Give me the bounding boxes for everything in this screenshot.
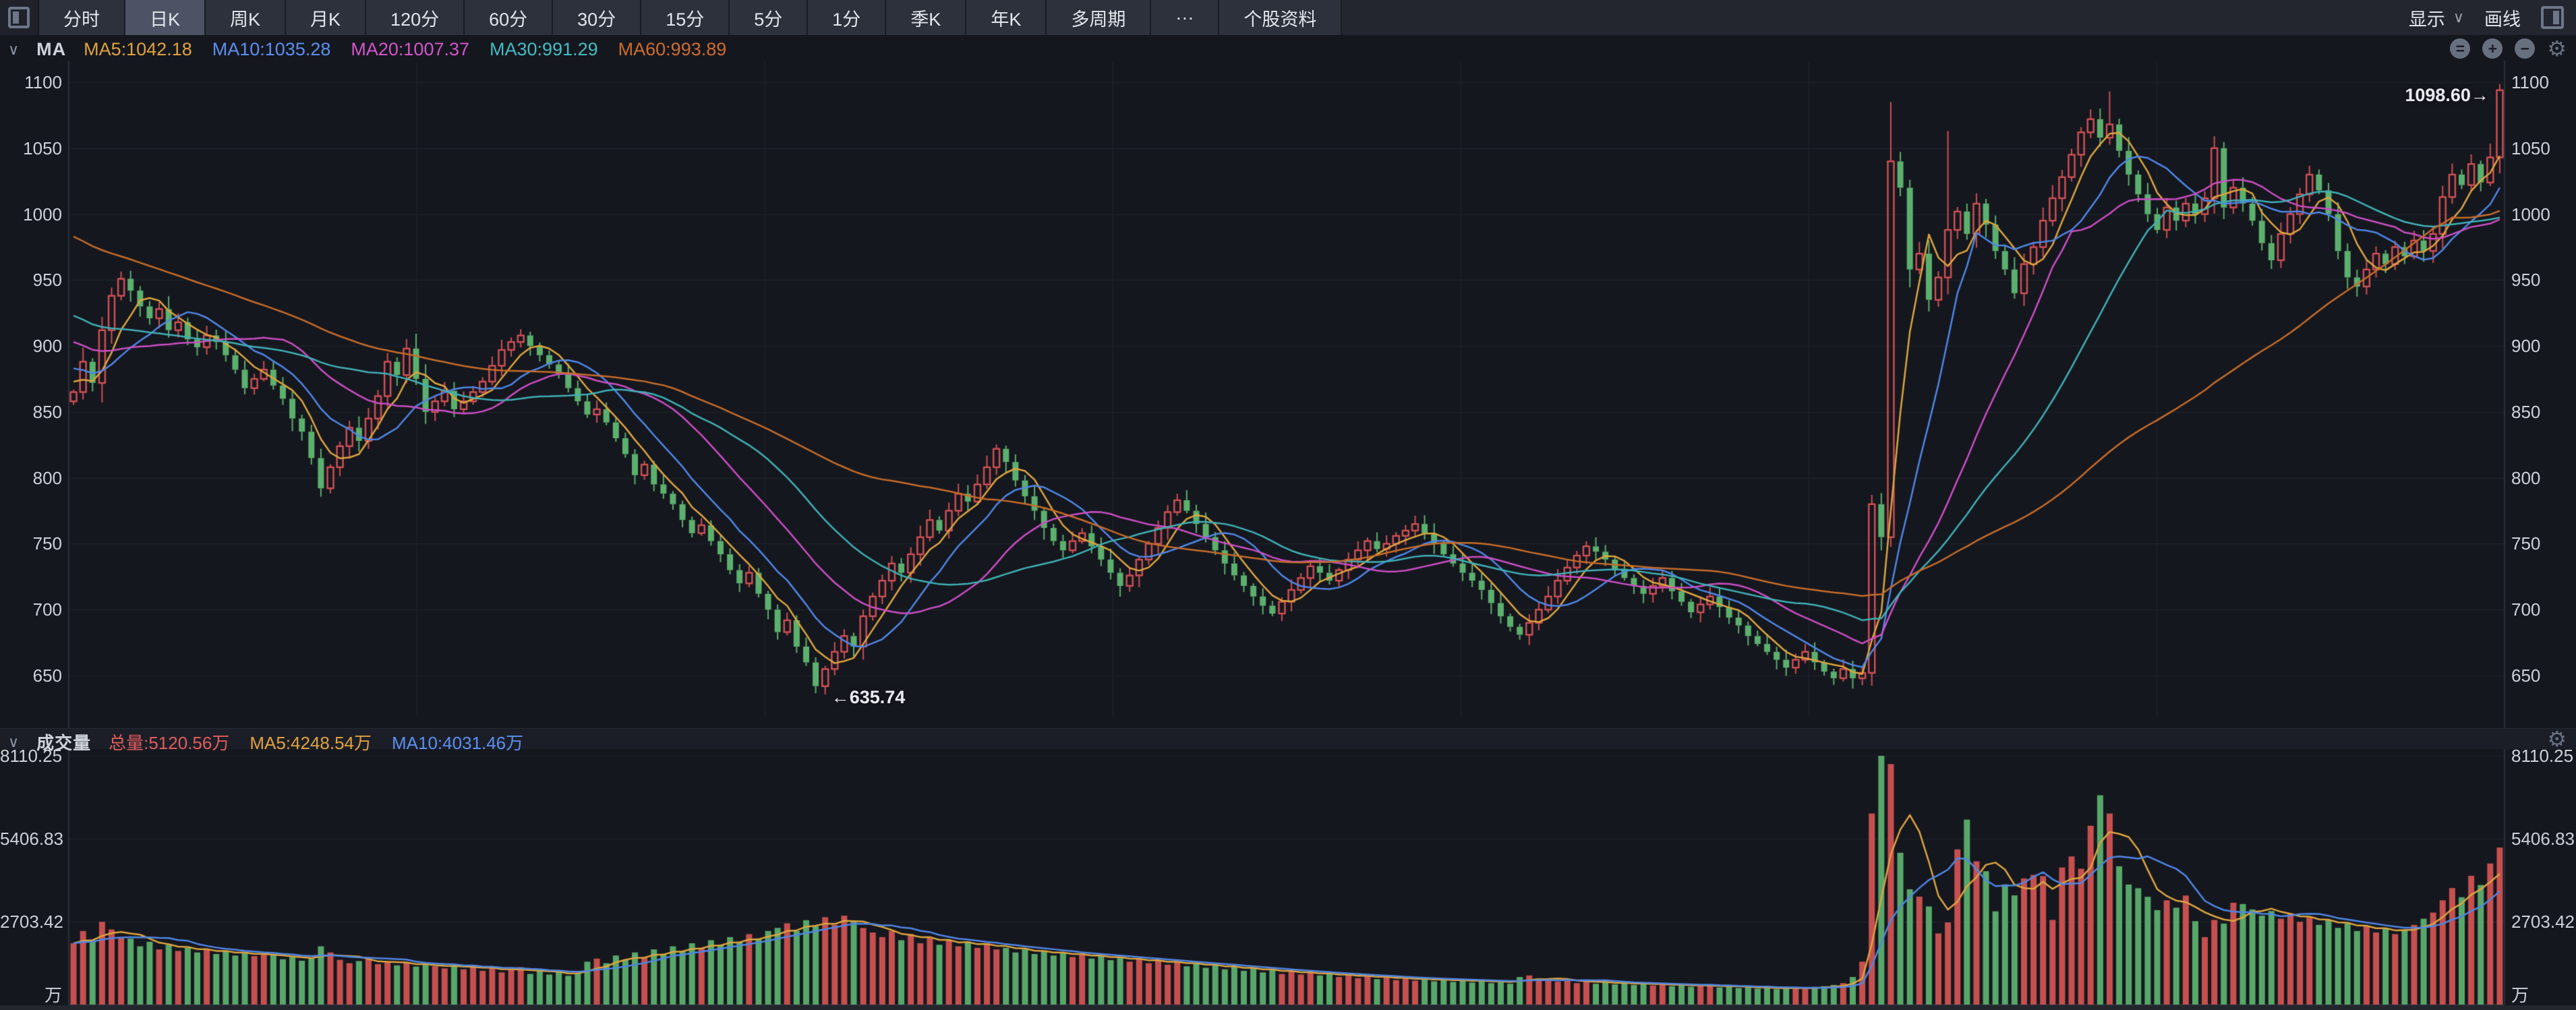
period-tabs: 分时日K周K月K120分60分30分15分5分1分季K年K多周期···个股资料 — [39, 0, 1342, 35]
axis-label: 900 — [2511, 336, 2540, 356]
low-price-annotation: ←635.74 — [831, 687, 906, 708]
period-tab-9[interactable]: 1分 — [808, 0, 886, 35]
axis-label: 1000 — [0, 204, 62, 225]
period-tab-7[interactable]: 15分 — [641, 0, 730, 35]
axis-label: 900 — [0, 336, 62, 356]
volume-values: 总量:5120.56万 MA5:4248.54万 MA10:4031.46万 — [109, 730, 523, 754]
axis-label: 700 — [2511, 599, 2540, 620]
ma-indicator-legend: ∨ MA MA5:1042.18 MA10:1035.28 MA20:1007.37… — [8, 39, 726, 60]
axis-label: 2703.42 — [0, 912, 62, 932]
zoom-out-button[interactable]: − — [2515, 38, 2535, 59]
indicator-settings-gear-icon[interactable]: ⚙ — [2547, 38, 2567, 59]
axis-label: 800 — [2511, 468, 2540, 488]
axis-label: 1050 — [0, 138, 62, 158]
display-menu-label: 显示 — [2409, 5, 2445, 31]
high-price-annotation: 1098.60→ — [2405, 85, 2489, 106]
legend-value: MA10:1035.28 — [212, 39, 331, 60]
legend-value: MA30:991.29 — [490, 39, 598, 60]
period-tab-12[interactable]: 多周期 — [1047, 0, 1151, 35]
axis-label: 750 — [0, 533, 62, 554]
axis-label: 750 — [2511, 533, 2540, 554]
ma-indicator-title: MA — [36, 39, 66, 60]
time-axis-strip — [0, 1005, 2576, 1010]
chart-layout-button[interactable] — [0, 0, 39, 35]
axis-label: 950 — [0, 270, 62, 290]
period-tab-1[interactable]: 日K — [125, 0, 206, 35]
side-panel-toggle-button[interactable] — [2541, 6, 2564, 29]
legend-value: MA5:1042.18 — [84, 39, 192, 60]
axis-label: 万 — [0, 985, 62, 1005]
volume-settings-gear-icon[interactable]: ⚙ — [2547, 728, 2567, 750]
legend-value: 总量:5120.56万 — [109, 730, 229, 754]
toolbar-right-group: 显示 ∨ 画线 — [2409, 0, 2576, 35]
period-tab-14[interactable]: 个股资料 — [1219, 0, 1342, 35]
axis-label: 5406.83 — [2511, 829, 2575, 849]
volume-title: 成交量 — [36, 730, 91, 754]
axis-label: 650 — [2511, 665, 2540, 686]
period-tab-6[interactable]: 30分 — [553, 0, 641, 35]
collapse-volume-icon[interactable]: ∨ — [8, 734, 19, 751]
period-tab-2[interactable]: 周K — [206, 0, 286, 35]
period-tab-11[interactable]: 年K — [966, 0, 1047, 35]
period-tab-5[interactable]: 60分 — [465, 0, 553, 35]
period-tab-4[interactable]: 120分 — [366, 0, 465, 35]
axis-label: 1050 — [2511, 138, 2550, 158]
kline-panel-icon — [8, 7, 30, 28]
period-tab-0[interactable]: 分时 — [39, 0, 125, 35]
volume-legend: ∨ 成交量 总量:5120.56万 MA5:4248.54万 MA10:4031.4… — [8, 730, 523, 754]
side-panel-icon — [2541, 6, 2564, 29]
period-tab-8[interactable]: 5分 — [730, 0, 808, 35]
draw-line-button[interactable]: 画线 — [2484, 5, 2521, 31]
chart-zoom-controls: = + − ⚙ — [2450, 38, 2567, 59]
zoom-in-button[interactable]: + — [2482, 38, 2502, 59]
period-tab-13[interactable]: ··· — [1151, 0, 1219, 35]
legend-value: MA60:993.89 — [618, 39, 727, 60]
display-menu-button[interactable]: 显示 ∨ — [2409, 5, 2464, 31]
stock-chart-app: 分时日K周K月K120分60分30分15分5分1分季K年K多周期···个股资料 … — [0, 0, 2576, 1010]
legend-value: MA5:4248.54万 — [250, 730, 372, 754]
axis-label: 650 — [0, 665, 62, 686]
draw-line-label: 画线 — [2484, 5, 2521, 31]
axis-label: 950 — [2511, 270, 2540, 290]
period-tab-10[interactable]: 季K — [886, 0, 966, 35]
axis-label: 850 — [2511, 402, 2540, 422]
legend-value: MA10:4031.46万 — [392, 730, 523, 754]
axis-label: 万 — [2511, 985, 2529, 1005]
axis-label: 1100 — [2511, 72, 2549, 92]
axis-label: 1100 — [0, 72, 62, 92]
axis-label: 800 — [0, 468, 62, 488]
axis-label: 700 — [0, 599, 62, 620]
chart-canvas[interactable] — [0, 0, 2576, 1010]
period-tab-3[interactable]: 月K — [286, 0, 366, 35]
ma-values: MA5:1042.18 MA10:1035.28 MA20:1007.37 MA30:… — [84, 39, 726, 60]
axis-label: 2703.42 — [2511, 912, 2575, 932]
reset-zoom-button[interactable]: = — [2450, 38, 2470, 59]
axis-label: 5406.83 — [0, 829, 62, 849]
period-toolbar: 分时日K周K月K120分60分30分15分5分1分季K年K多周期···个股资料 … — [0, 0, 2576, 35]
axis-label: 850 — [0, 402, 62, 422]
axis-label: 1000 — [2511, 204, 2550, 225]
legend-value: MA20:1007.37 — [351, 39, 469, 60]
collapse-ma-icon[interactable]: ∨ — [8, 41, 19, 59]
chevron-down-icon: ∨ — [2453, 9, 2464, 26]
